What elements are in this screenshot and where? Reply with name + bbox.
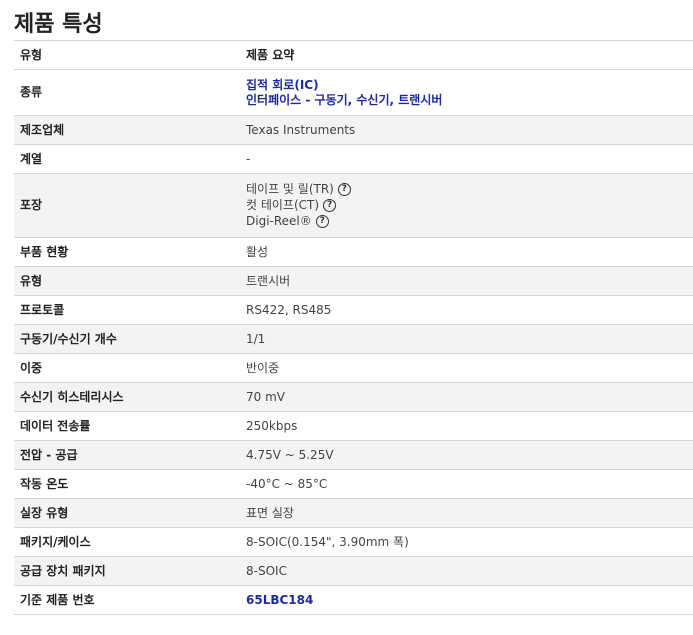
row-label: 실장 유형 xyxy=(20,505,69,520)
row-value: 테이프 및 릴(TR) ? 컷 테이프(CT) ? Digi-Reel® ? xyxy=(240,174,693,238)
row-value: 반이중 xyxy=(246,360,280,375)
row-series: 계열 - xyxy=(14,144,693,174)
row-label: 이중 xyxy=(20,360,43,375)
row-base-part: 기준 제품 번호 65LBC184 xyxy=(14,585,693,615)
category-link-interface[interactable]: 인터페이스 - 구동기, 수신기, 트랜시버 xyxy=(246,93,442,107)
row-label: 계열 xyxy=(20,151,43,166)
row-value: 트랜시버 xyxy=(246,273,291,288)
row-value: 표면 실장 xyxy=(246,505,294,520)
row-label: 공급 장치 패키지 xyxy=(20,563,106,578)
row-mounting-type: 실장 유형 표면 실장 xyxy=(14,498,693,528)
row-value: 4.75V ~ 5.25V xyxy=(246,447,334,462)
row-label: 제조업체 xyxy=(20,122,65,137)
row-data-rate: 데이터 전송률 250kbps xyxy=(14,411,693,441)
row-label: 기준 제품 번호 xyxy=(20,592,95,607)
row-type: 유형 트랜시버 xyxy=(14,266,693,296)
row-label: 구동기/수신기 개수 xyxy=(20,331,117,346)
row-voltage-supply: 전압 - 공급 4.75V ~ 5.25V xyxy=(14,440,693,470)
row-label: 전압 - 공급 xyxy=(20,447,78,462)
row-receiver-hysteresis: 수신기 히스테리시스 70 mV xyxy=(14,382,693,412)
row-manufacturer: 제조업체 Texas Instruments xyxy=(14,115,693,145)
row-value: 8-SOIC xyxy=(246,563,287,578)
row-drivers-receivers: 구동기/수신기 개수 1/1 xyxy=(14,324,693,354)
row-value: 250kbps xyxy=(246,418,298,433)
header-type: 유형 xyxy=(20,47,43,62)
table-header-row: 유형 제품 요약 xyxy=(14,40,693,70)
header-summary: 제품 요약 xyxy=(246,47,295,62)
base-part-link[interactable]: 65LBC184 xyxy=(246,593,313,607)
row-operating-temp: 작동 온도 -40°C ~ 85°C xyxy=(14,469,693,499)
row-label: 유형 xyxy=(20,273,43,288)
packaging-digi-reel: Digi-Reel® xyxy=(246,214,312,228)
help-icon[interactable]: ? xyxy=(315,215,329,228)
attributes-table: 유형 제품 요약 종류 집적 회로(IC) 인터페이스 - 구동기, 수신기, … xyxy=(14,40,693,615)
row-value: -40°C ~ 85°C xyxy=(246,476,328,491)
row-value: 8-SOIC(0.154", 3.90mm 폭) xyxy=(246,534,409,549)
row-label: 프로토콜 xyxy=(20,302,65,317)
row-value: 65LBC184 xyxy=(240,586,693,615)
row-value: 1/1 xyxy=(246,331,266,346)
product-attributes-panel: 제품 특성 유형 제품 요약 종류 집적 회로(IC) 인터페이스 - 구동기,… xyxy=(0,0,693,615)
row-package-case: 패키지/케이스 8-SOIC(0.154", 3.90mm 폭) xyxy=(14,527,693,557)
row-label: 종류 xyxy=(20,85,43,99)
row-value: - xyxy=(246,151,251,166)
row-category: 종류 집적 회로(IC) 인터페이스 - 구동기, 수신기, 트랜시버 xyxy=(14,69,693,116)
row-packaging: 포장 테이프 및 릴(TR) ? 컷 테이프(CT) ? Digi-Reel® … xyxy=(14,173,693,238)
row-value: 70 mV xyxy=(246,389,285,404)
row-label: 패키지/케이스 xyxy=(20,534,91,549)
row-label: 부품 현황 xyxy=(20,244,69,259)
row-value: RS422, RS485 xyxy=(246,302,332,317)
manufacturer-value[interactable]: Texas Instruments xyxy=(240,116,693,145)
row-part-status: 부품 현황 활성 xyxy=(14,237,693,267)
page-title: 제품 특성 xyxy=(14,12,103,37)
help-icon[interactable]: ? xyxy=(337,183,351,196)
row-label: 수신기 히스테리시스 xyxy=(20,389,124,404)
row-value: 집적 회로(IC) 인터페이스 - 구동기, 수신기, 트랜시버 xyxy=(240,70,693,116)
row-label: 포장 xyxy=(20,198,43,212)
row-value: 활성 xyxy=(246,244,269,259)
category-link-ic[interactable]: 집적 회로(IC) xyxy=(246,78,319,92)
row-supplier-package: 공급 장치 패키지 8-SOIC xyxy=(14,556,693,586)
row-label: 작동 온도 xyxy=(20,476,69,491)
row-protocol: 프로토콜 RS422, RS485 xyxy=(14,295,693,325)
packaging-tape-reel: 테이프 및 릴(TR) xyxy=(246,182,334,196)
row-duplex: 이중 반이중 xyxy=(14,353,693,383)
help-icon[interactable]: ? xyxy=(323,199,337,212)
packaging-cut-tape: 컷 테이프(CT) xyxy=(246,198,320,212)
row-label: 데이터 전송률 xyxy=(20,418,91,433)
